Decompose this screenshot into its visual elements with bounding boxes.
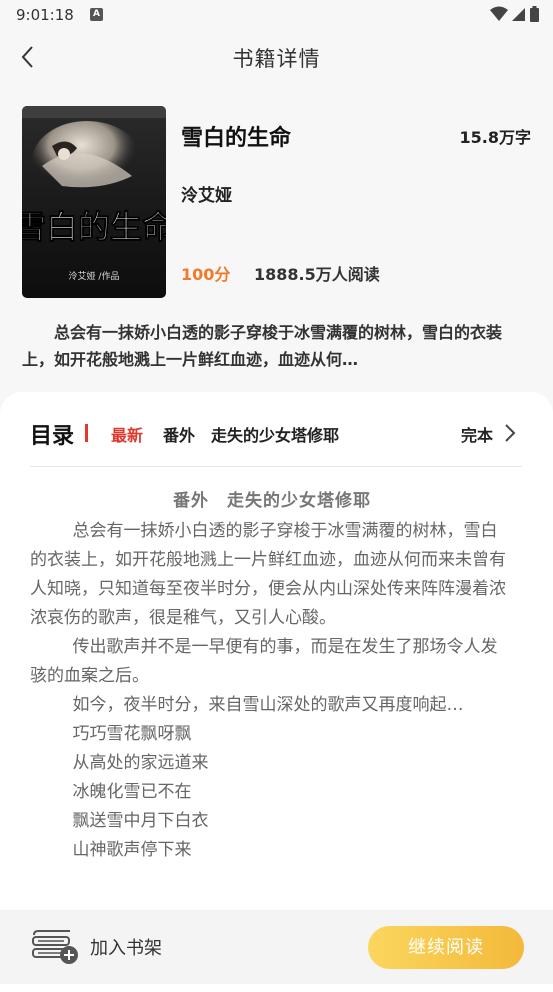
chapter-paragraph: 传出歌声并不是一早便有的事，而是在发生了那场令人发骇的血案之后。 — [30, 637, 498, 686]
book-summary[interactable]: 总会有一抹娇小白透的影子穿梭于冰雪满覆的树林，雪白的衣装上，如开花般地溅上一片鲜… — [22, 319, 532, 373]
chapter-preview[interactable]: 番外 走失的少女塔修耶 总会有一抹娇小白透的影子穿梭于冰雪满覆的树林，雪白的衣装… — [30, 487, 514, 910]
book-title: 雪白的生命 — [181, 126, 292, 151]
chapter-paragraph: 巧巧雪花飘呀飘 — [72, 724, 192, 744]
chapter-paragraph: 飘送雪中月下白衣 — [72, 811, 209, 831]
catalog-divider-mark — [85, 424, 88, 442]
page-title: 书籍详情 — [232, 47, 321, 71]
bookshelf-add-icon — [32, 930, 78, 964]
catalog-title: 目录 — [30, 424, 75, 449]
cover-title-text: 雪白的生命 — [22, 208, 166, 246]
latest-label: 最新 — [111, 426, 144, 445]
continue-reading-button[interactable]: 继续阅读 — [368, 926, 524, 969]
author-name[interactable]: 泠艾娅 — [181, 181, 232, 206]
chapter-paragraph: 冰魄化雪已不在 — [72, 782, 192, 802]
cover-author-text: 泠艾娅 /作品 — [69, 270, 120, 282]
word-count: 15.8万字 — [459, 128, 531, 147]
battery-icon — [530, 6, 539, 22]
book-cover-art: 雪白的生命 泠艾娅 /作品 — [22, 106, 166, 298]
book-score: 100分 — [181, 265, 231, 284]
signal-icon — [512, 8, 525, 21]
book-cover[interactable]: 雪白的生命 泠艾娅 /作品 — [22, 106, 166, 298]
wifi-icon — [490, 6, 508, 21]
add-to-bookshelf-button[interactable]: 加入书架 — [30, 927, 162, 967]
reader-count: 1888.5万人阅读 — [254, 265, 380, 284]
latest-chapter-title[interactable]: 番外 走失的少女塔修耶 — [163, 422, 339, 446]
header: 书籍详情 — [0, 34, 553, 78]
status-time: 9:01:18 — [16, 6, 74, 24]
chapter-paragraph: 从高处的家远道来 — [72, 753, 209, 773]
catalog-row[interactable]: 目录 最新 番外 走失的少女塔修耶 完本 — [30, 418, 522, 449]
chevron-right-icon[interactable] — [502, 422, 518, 444]
chapter-paragraph: 山神歌声停下来 — [72, 840, 192, 860]
chapter-paragraph: 总会有一抹娇小白透的影子穿梭于冰雪满覆的树林，雪白的衣装上，如开花般地溅上一片鲜… — [30, 521, 506, 628]
status-icons — [490, 6, 539, 22]
bottom-action-bar: 加入书架 继续阅读 — [0, 910, 553, 984]
chapter-heading: 番外 走失的少女塔修耶 — [173, 491, 371, 511]
notification-icon: A — [90, 8, 103, 21]
status-bar: 9:01:18 A — [0, 0, 553, 30]
add-to-bookshelf-label: 加入书架 — [90, 938, 162, 959]
divider — [30, 466, 522, 467]
chapter-paragraph: 如今，夜半时分，来自雪山深处的歌声又再度响起… — [72, 695, 464, 715]
completion-status[interactable]: 完本 — [461, 422, 493, 446]
